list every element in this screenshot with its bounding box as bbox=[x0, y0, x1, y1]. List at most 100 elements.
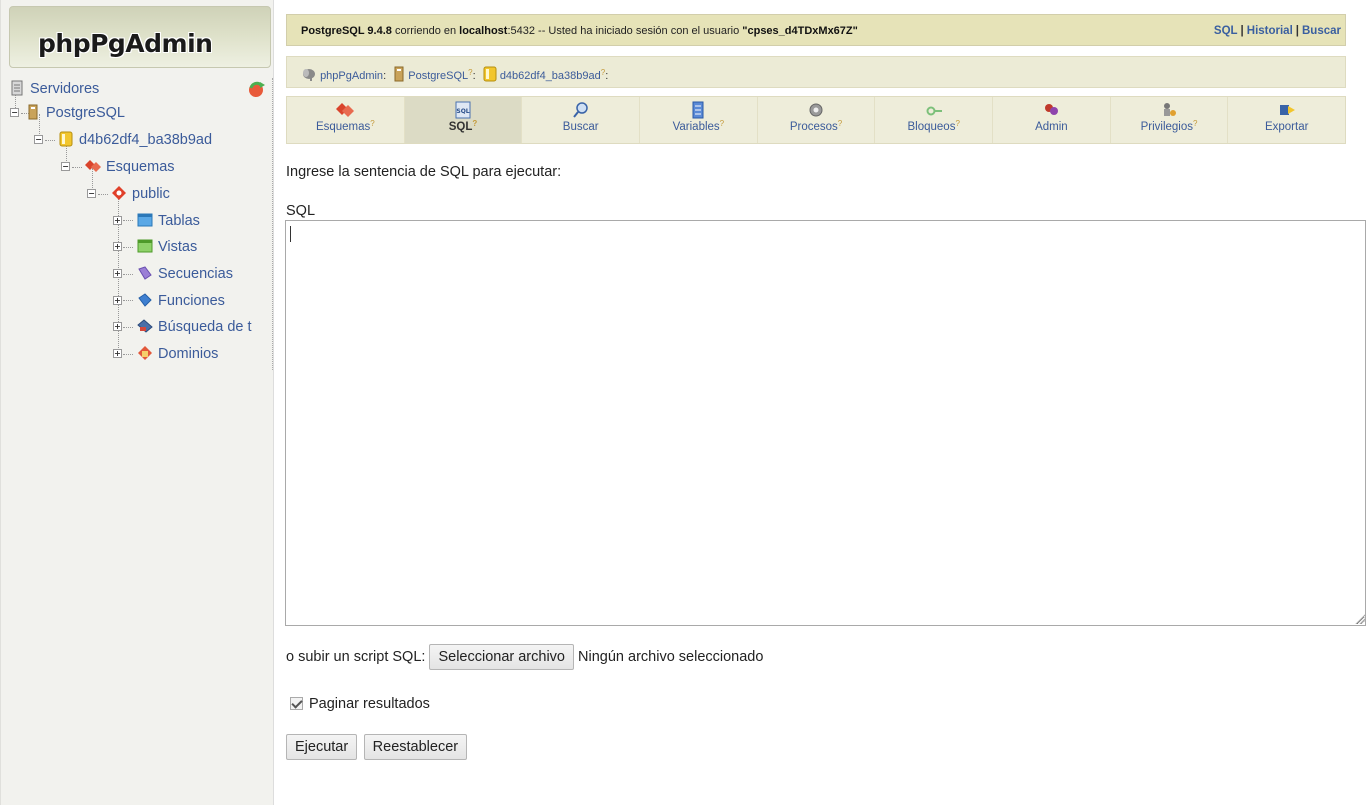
tree-item-public-schema[interactable]: public bbox=[111, 183, 170, 205]
search-link[interactable]: Buscar bbox=[1302, 25, 1341, 37]
tree-item-sequences[interactable]: Secuencias bbox=[137, 263, 233, 285]
admin-icon bbox=[993, 101, 1110, 119]
elephant-icon bbox=[301, 69, 320, 82]
svg-text:SQL: SQL bbox=[456, 108, 469, 115]
link-separator: | bbox=[1295, 25, 1299, 37]
tables-icon bbox=[137, 212, 153, 228]
help-icon[interactable]: ? bbox=[955, 119, 959, 128]
expand-toggle-functions[interactable]: + bbox=[113, 296, 122, 305]
user-name: "cpses_d4TDxMx67Z" bbox=[742, 25, 858, 37]
tree-item-functions[interactable]: Funciones bbox=[137, 290, 225, 312]
tab-search[interactable]: Buscar bbox=[522, 97, 641, 143]
expand-toggle-tables[interactable]: + bbox=[113, 216, 122, 225]
server-version: PostgreSQL 9.4.8 bbox=[301, 25, 392, 37]
tree-label-full-text-search: Búsqueda de t bbox=[158, 319, 252, 335]
schemas-icon bbox=[287, 101, 404, 119]
refresh-icon[interactable] bbox=[247, 80, 267, 102]
tree-item-servers[interactable]: Servidores bbox=[9, 78, 99, 100]
execute-button[interactable]: Ejecutar bbox=[286, 734, 358, 760]
full-text-search-icon bbox=[137, 318, 153, 334]
sql-prompt: Ingrese la sentencia de SQL para ejecuta… bbox=[286, 164, 562, 180]
expand-toggle-views[interactable]: + bbox=[113, 242, 122, 251]
database-icon bbox=[58, 131, 74, 147]
servers-icon bbox=[9, 80, 25, 96]
schemas-icon bbox=[85, 158, 101, 174]
collapse-toggle-database[interactable]: − bbox=[34, 135, 43, 144]
views-icon bbox=[137, 238, 153, 254]
expand-toggle-sequences[interactable]: + bbox=[113, 269, 122, 278]
tab-privileges[interactable]: Privilegios? bbox=[1111, 97, 1229, 143]
tab-label: Admin bbox=[1035, 121, 1068, 133]
sql-link[interactable]: SQL bbox=[1214, 25, 1238, 37]
functions-icon bbox=[137, 292, 153, 308]
history-link[interactable]: Historial bbox=[1247, 25, 1293, 37]
tab-label: Buscar bbox=[562, 121, 599, 133]
help-icon[interactable]: ? bbox=[1193, 119, 1197, 128]
expand-toggle-domains[interactable]: + bbox=[113, 349, 122, 358]
collapse-toggle-public[interactable]: − bbox=[87, 189, 96, 198]
reset-button[interactable]: Reestablecer bbox=[363, 734, 468, 760]
privileges-icon bbox=[1111, 101, 1228, 119]
tab-label: SQL bbox=[448, 121, 473, 133]
help-icon[interactable]: ? bbox=[838, 119, 842, 128]
database-tabs: Esquemas? SQL SQL? Buscar Variables? Pro… bbox=[286, 96, 1346, 144]
tab-locks[interactable]: Bloqueos? bbox=[875, 97, 994, 143]
help-icon[interactable]: ? bbox=[472, 119, 477, 128]
tree-item-database[interactable]: d4b62df4_ba38b9ad bbox=[58, 129, 212, 151]
sql-icon: SQL bbox=[405, 101, 522, 119]
tree-label-servers: Servidores bbox=[30, 81, 100, 97]
session-text: :5432 -- Usted ha iniciado sesión con el… bbox=[507, 25, 743, 37]
tree-label-sequences: Secuencias bbox=[158, 266, 233, 282]
file-status: Ningún archivo seleccionado bbox=[578, 649, 764, 665]
top-links: SQL | Historial | Buscar bbox=[1214, 15, 1341, 47]
resize-grip[interactable] bbox=[1355, 614, 1365, 624]
tab-export[interactable]: Exportar bbox=[1228, 97, 1345, 143]
collapse-toggle-server[interactable]: − bbox=[10, 108, 19, 117]
tab-label: Privilegios bbox=[1140, 121, 1194, 133]
breadcrumb-colon: : bbox=[383, 70, 387, 82]
tab-sql[interactable]: SQL SQL? bbox=[404, 97, 523, 143]
expand-toggle-fts[interactable]: + bbox=[113, 322, 122, 331]
sequences-icon bbox=[137, 265, 153, 281]
tree-item-server[interactable]: PostgreSQL bbox=[25, 102, 125, 124]
tab-admin[interactable]: Admin bbox=[993, 97, 1111, 143]
search-icon bbox=[522, 101, 639, 119]
sql-textarea[interactable] bbox=[285, 220, 1366, 626]
breadcrumb-server[interactable]: PostgreSQL bbox=[408, 70, 468, 82]
tree-item-views[interactable]: Vistas bbox=[137, 236, 197, 258]
breadcrumb-phppgadmin[interactable]: phpPgAdmin bbox=[320, 70, 383, 82]
tree-frame-edge bbox=[272, 78, 273, 370]
help-icon[interactable]: ? bbox=[468, 68, 472, 77]
tree-item-full-text-search[interactable]: Búsqueda de t bbox=[137, 316, 252, 338]
domains-icon bbox=[137, 345, 153, 361]
database-icon bbox=[483, 66, 500, 82]
collapse-toggle-schemas[interactable]: − bbox=[61, 162, 70, 171]
help-icon[interactable]: ? bbox=[370, 119, 374, 128]
tree-item-tables[interactable]: Tablas bbox=[137, 210, 200, 232]
choose-file-button[interactable]: Seleccionar archivo bbox=[429, 644, 574, 670]
tree-label-public: public bbox=[132, 186, 170, 202]
paginate-checkbox[interactable] bbox=[290, 697, 303, 710]
paginate-label[interactable]: Paginar resultados bbox=[309, 696, 430, 712]
tab-processes[interactable]: Procesos? bbox=[758, 97, 876, 143]
tree-label-functions: Funciones bbox=[158, 293, 225, 309]
tree-item-domains[interactable]: Dominios bbox=[137, 343, 218, 365]
tree-item-schemas[interactable]: Esquemas bbox=[85, 156, 175, 178]
tab-variables[interactable]: Variables? bbox=[640, 97, 758, 143]
export-icon bbox=[1228, 101, 1345, 119]
link-separator: | bbox=[1240, 25, 1244, 37]
tab-label: Exportar bbox=[1264, 121, 1309, 133]
help-icon[interactable]: ? bbox=[720, 119, 724, 128]
variables-icon bbox=[640, 101, 757, 119]
processes-icon bbox=[758, 101, 875, 119]
browser-tree-frame: phpPgAdmin Servidores − PostgreSQL − d4b… bbox=[0, 0, 274, 805]
tree-label-schemas: Esquemas bbox=[106, 159, 175, 175]
form-actions: Ejecutar Reestablecer bbox=[286, 734, 469, 760]
breadcrumb-database[interactable]: d4b62df4_ba38b9ad bbox=[500, 70, 601, 82]
schema-icon bbox=[111, 185, 127, 201]
tree-label-domains: Dominios bbox=[158, 346, 219, 362]
tab-schemas[interactable]: Esquemas? bbox=[287, 97, 405, 143]
tab-label: Procesos bbox=[789, 121, 838, 133]
upload-label: o subir un script SQL: bbox=[286, 649, 426, 665]
tree-label-server: PostgreSQL bbox=[46, 105, 125, 121]
